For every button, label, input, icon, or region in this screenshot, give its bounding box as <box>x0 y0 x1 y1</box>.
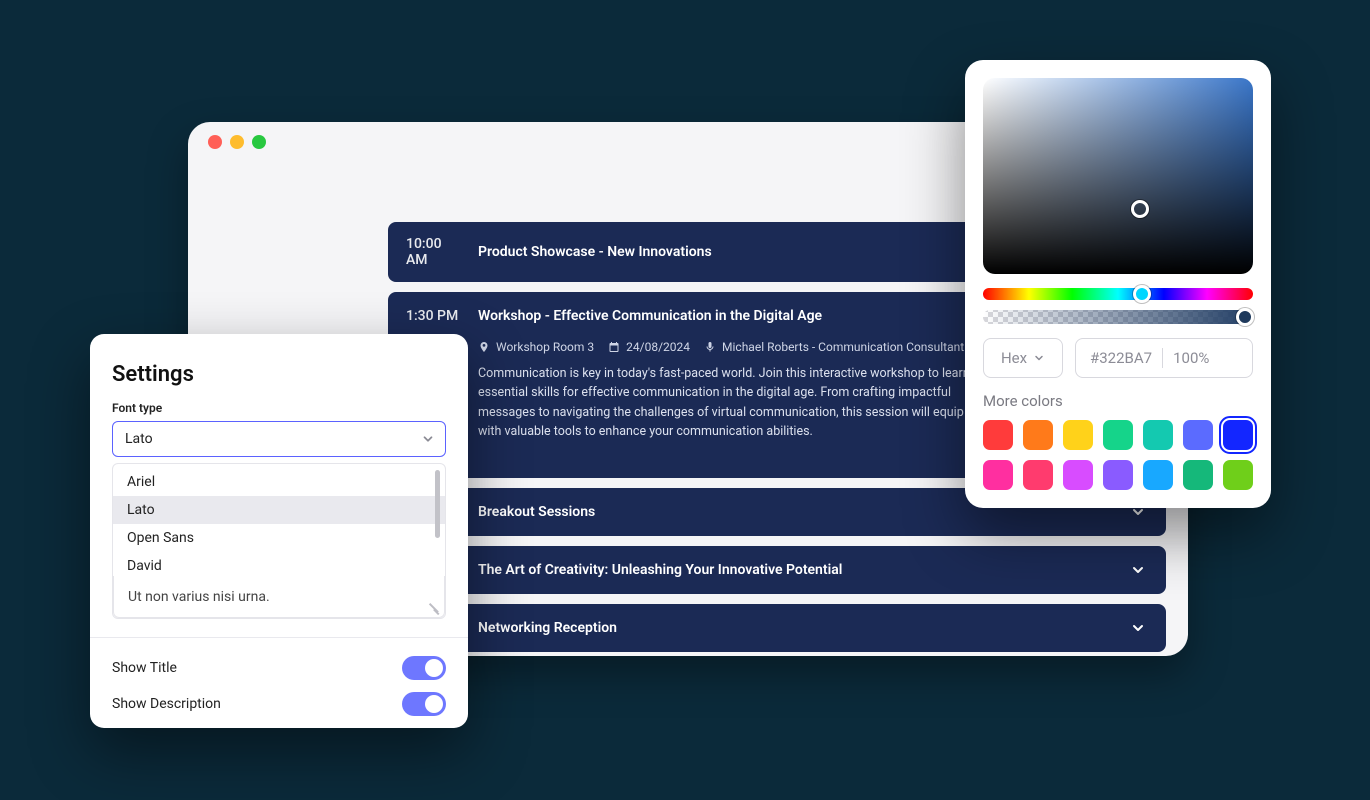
color-swatch[interactable] <box>983 420 1013 450</box>
color-swatch[interactable] <box>1223 420 1253 450</box>
calendar-icon: 24/08/2024 <box>608 340 690 354</box>
color-swatch[interactable] <box>1223 460 1253 490</box>
chevron-down-icon <box>1033 352 1045 364</box>
show-description-label: Show Description <box>112 696 221 712</box>
show-title-toggle[interactable] <box>402 656 446 680</box>
color-swatch[interactable] <box>1183 460 1213 490</box>
hue-thumb[interactable] <box>1133 285 1151 303</box>
color-swatch[interactable] <box>1063 460 1093 490</box>
alpha-thumb[interactable] <box>1236 308 1254 326</box>
agenda-item[interactable]: The Art of Creativity: Unleashing Your I… <box>388 546 1166 594</box>
divider <box>1162 348 1163 368</box>
chevron-down-icon[interactable] <box>1128 560 1148 580</box>
settings-panel: Settings Font type Lato Ariel Lato Open … <box>90 334 468 728</box>
chevron-down-icon[interactable] <box>1128 618 1148 638</box>
font-option[interactable]: David <box>113 552 445 576</box>
font-option[interactable]: Ariel <box>113 468 445 496</box>
color-swatch[interactable] <box>1023 460 1053 490</box>
window-zoom-button[interactable] <box>252 135 266 149</box>
window-close-button[interactable] <box>208 135 222 149</box>
show-description-toggle[interactable] <box>402 692 446 716</box>
color-swatch[interactable] <box>1183 420 1213 450</box>
color-hex-input[interactable]: #322BA7 100% <box>1075 338 1253 378</box>
divider <box>90 637 468 638</box>
color-swatch[interactable] <box>1023 420 1053 450</box>
color-swatch[interactable] <box>1103 420 1133 450</box>
color-swatch[interactable] <box>983 460 1013 490</box>
color-format-select[interactable]: Hex <box>983 338 1063 378</box>
color-picker-panel: Hex #322BA7 100% More colors <box>965 60 1271 508</box>
agenda-item-title: The Art of Creativity: Unleashing Your I… <box>478 562 1112 578</box>
settings-title: Settings <box>112 362 446 387</box>
scrollbar[interactable] <box>435 470 440 538</box>
sample-textarea[interactable]: Ut non varius nisi urna. <box>113 576 445 618</box>
font-option[interactable]: Lato <box>113 496 445 524</box>
agenda-item-time: 1:30 PM <box>406 308 462 324</box>
color-gradient-area[interactable] <box>983 78 1253 274</box>
show-title-label: Show Title <box>112 660 177 676</box>
agenda-item-description: Communication is key in today's fast-pac… <box>388 362 1028 448</box>
font-option[interactable]: Open Sans <box>113 524 445 552</box>
location-icon: Workshop Room 3 <box>478 340 594 354</box>
color-hex-value: #322BA7 <box>1090 349 1152 367</box>
color-swatches <box>983 420 1253 490</box>
hue-slider[interactable] <box>983 288 1253 300</box>
color-swatch[interactable] <box>1143 420 1173 450</box>
font-type-label: Font type <box>112 401 446 415</box>
agenda-item-title: Networking Reception <box>478 620 1112 636</box>
agenda-item[interactable]: Networking Reception <box>388 604 1166 652</box>
font-type-select[interactable]: Lato <box>112 421 446 457</box>
color-swatch[interactable] <box>1143 460 1173 490</box>
agenda-item-time: 10:00 AM <box>406 236 462 268</box>
chevron-down-icon <box>421 432 435 446</box>
window-minimize-button[interactable] <box>230 135 244 149</box>
alpha-slider[interactable] <box>983 310 1253 324</box>
color-cursor[interactable] <box>1131 200 1149 218</box>
font-type-dropdown: Ariel Lato Open Sans David Ut non varius… <box>112 463 446 619</box>
font-type-value: Lato <box>125 431 153 447</box>
more-colors-label: More colors <box>983 392 1253 410</box>
color-swatch[interactable] <box>1063 420 1093 450</box>
resize-handle-icon[interactable] <box>430 603 440 613</box>
mic-icon: Michael Roberts - Communication Consulta… <box>704 340 964 354</box>
color-swatch[interactable] <box>1103 460 1133 490</box>
color-alpha-value: 100% <box>1173 349 1209 367</box>
